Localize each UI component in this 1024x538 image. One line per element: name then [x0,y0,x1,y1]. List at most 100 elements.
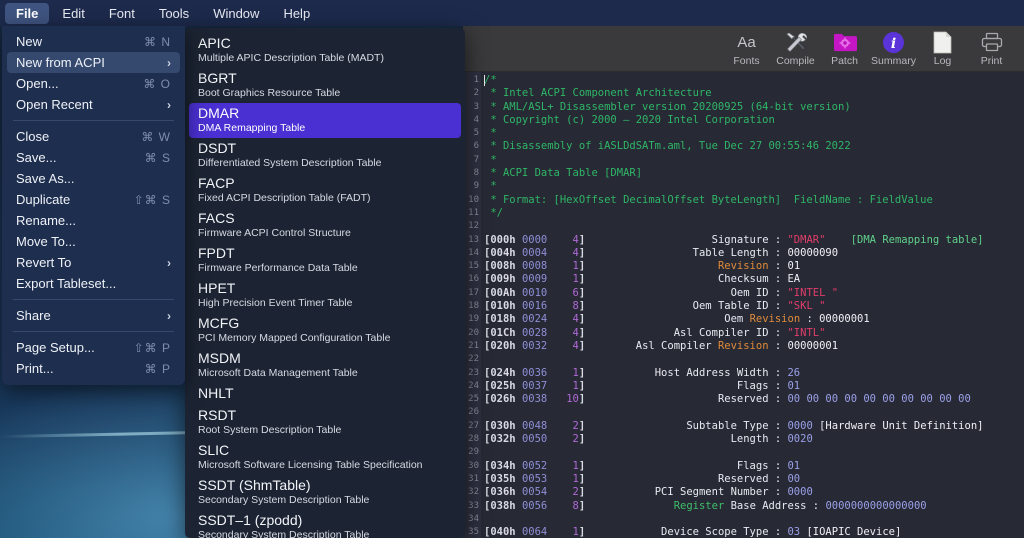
code-line[interactable]: [000h 0000 4] Signature : "DMAR" [DMA Re… [484,234,1024,247]
menu-separator [13,120,174,121]
toolbar-button-summary[interactable]: i Summary [869,30,918,67]
acpi-table-item-dmar[interactable]: DMAR DMA Remapping Table [189,103,461,138]
file-menu-item-open-recent[interactable]: Open Recent › [7,94,180,115]
file-menu-item-revert-to[interactable]: Revert To › [7,252,180,273]
code-line[interactable]: [01Ch 0028 4] Asl Compiler ID : "INTL" [484,327,1024,340]
code-line[interactable]: [00Ah 0010 6] Oem ID : "INTEL " [484,287,1024,300]
file-menu-item-export-tableset[interactable]: Export Tableset... [7,273,180,294]
acpi-table-item-ssdt-1-zpodd[interactable]: SSDT–1 (zpodd) Secondary System Descripti… [189,510,461,538]
code-line[interactable]: * Disassembly of iASLDdSATm.aml, Tue Dec… [484,140,1024,153]
code-line[interactable]: * [484,127,1024,140]
code-token: [040h [484,526,522,538]
code-line[interactable]: [018h 0024 4] Oem Revision : 00000001 [484,313,1024,326]
code-line[interactable]: [038h 0056 8] Register Base Address : 00… [484,500,1024,513]
code-line[interactable]: [010h 0016 8] Oem Table ID : "SKL " [484,300,1024,313]
code-line[interactable]: [036h 0054 2] PCI Segment Number : 0000 [484,486,1024,499]
menubar-item-help[interactable]: Help [272,3,321,24]
menubar-item-edit[interactable]: Edit [51,3,95,24]
code-line[interactable]: [040h 0064 1] Device Scope Type : 03 [IO… [484,526,1024,538]
acpi-table-item-mcfg[interactable]: MCFG PCI Memory Mapped Configuration Tabl… [189,313,461,348]
acpi-table-description: DMA Remapping Table [198,122,306,134]
code-line[interactable]: /* [484,74,1024,87]
line-number: 24 [468,380,479,391]
code-line[interactable]: [009h 0009 1] Checksum : EA [484,273,1024,286]
acpi-table-item-slic[interactable]: SLIC Microsoft Software Licensing Table S… [189,440,461,475]
code-line[interactable] [484,513,1024,526]
acpi-table-item-facs[interactable]: FACS Firmware ACPI Control Structure [189,208,461,243]
code-line[interactable]: [020h 0032 4] Asl Compiler Revision : 00… [484,340,1024,353]
file-menu-item-move-to[interactable]: Move To... [7,231,180,252]
toolbar-button-print[interactable]: Print [967,30,1016,67]
acpi-table-item-bgrt[interactable]: BGRT Boot Graphics Resource Table [189,68,461,103]
line-number: 28 [468,434,479,445]
toolbar-button-compile[interactable]: Compile [771,30,820,67]
menu-item-label: Share [16,307,51,323]
code-token: [038h [484,499,522,512]
file-menu-item-save[interactable]: Save... ⌘ S [7,147,180,168]
line-number: 25 [468,394,479,405]
line-number: 15 [468,261,479,272]
file-menu-item-rename[interactable]: Rename... [7,210,180,231]
line-number: 12 [468,221,479,232]
code-line[interactable]: * ACPI Data Table [DMAR] [484,167,1024,180]
code-line[interactable] [484,406,1024,419]
code-line[interactable]: [030h 0048 2] Subtable Type : 0000 [Hard… [484,420,1024,433]
acpi-table-item-rsdt[interactable]: RSDT Root System Description Table [189,405,461,440]
file-menu-item-new[interactable]: New ⌘ N [7,31,180,52]
code-editor[interactable]: 1 2 3 4 5 6 7 8 9 10 11 12 13 14 15 16 17 18 19 20 21 22 23 24 2… [463,72,1024,538]
toolbar-button-patch[interactable]: Patch [820,30,869,67]
file-menu-item-share[interactable]: Share › [7,305,180,326]
acpi-table-item-nhlt[interactable]: NHLT [189,383,461,405]
new-from-acpi-submenu[interactable]: APIC Multiple APIC Description Table (MAD… [185,28,465,538]
file-menu-item-page-setup[interactable]: Page Setup... ⇧⌘ P [7,337,180,358]
acpi-table-item-msdm[interactable]: MSDM Microsoft Data Management Table [189,348,461,383]
menu-item-label: Print... [16,360,54,376]
menubar-item-file[interactable]: File [5,2,50,24]
acpi-table-item-hpet[interactable]: HPET High Precision Event Timer Table [189,278,461,313]
code-line[interactable]: * Copyright (c) 2000 – 2020 Intel Corpor… [484,114,1024,127]
code-line[interactable] [484,353,1024,366]
menubar-item-font[interactable]: Font [98,3,146,24]
file-menu-item-close[interactable]: Close ⌘ W [7,126,180,147]
code-token: 0048 [521,419,548,432]
code-line[interactable]: [034h 0052 1] Flags : 01 [484,460,1024,473]
code-token: * ACPI Data Table [DMAR] [484,167,643,180]
code-line[interactable]: [035h 0053 1] Reserved : 00 [484,473,1024,486]
code-line[interactable]: * Format: [HexOffset DecimalOffset ByteL… [484,194,1024,207]
toolbar-button-fonts[interactable]: Aa Fonts [722,30,771,67]
acpi-table-item-dsdt[interactable]: DSDT Differentiated System Description Ta… [189,138,461,173]
file-menu-item-open[interactable]: Open... ⌘ O [7,73,180,94]
file-menu-item-save-as[interactable]: Save As... [7,168,180,189]
code-line[interactable]: * [484,154,1024,167]
file-menu-item-new-from-acpi[interactable]: New from ACPI › [7,52,180,73]
code-line[interactable]: [004h 0004 4] Table Length : 00000090 [484,247,1024,260]
code-line[interactable] [484,446,1024,459]
code-line[interactable]: * AML/ASL+ Disassembler version 20200925… [484,101,1024,114]
line-number: 10 [468,194,479,205]
acpi-table-item-fpdt[interactable]: FPDT Firmware Performance Data Table [189,243,461,278]
code-line[interactable]: [025h 0037 1] Flags : 01 [484,380,1024,393]
file-menu-dropdown[interactable]: New ⌘ N New from ACPI › Open... ⌘ O Open Recen… [2,26,185,385]
code-line[interactable]: [032h 0050 2] Length : 0020 [484,433,1024,446]
code-lines[interactable]: /* * Intel ACPI Component Architecture *… [481,72,1024,538]
code-line[interactable]: * Intel ACPI Component Architecture [484,87,1024,100]
code-line[interactable]: * [484,180,1024,193]
file-menu-item-duplicate[interactable]: Duplicate ⇧⌘ S [7,189,180,210]
menu-item-label: Open... [16,75,59,91]
toolbar-button-log[interactable]: Log [918,30,967,67]
acpi-table-item-facp[interactable]: FACP Fixed ACPI Description Table (FADT) [189,173,461,208]
file-menu-item-print[interactable]: Print... ⌘ P [7,358,180,379]
acpi-table-description: Multiple APIC Description Table (MADT) [198,52,384,64]
acpi-table-item-apic[interactable]: APIC Multiple APIC Description Table (MAD… [189,33,461,68]
menubar-item-tools[interactable]: Tools [148,3,200,24]
code-line[interactable]: [008h 0008 1] Revision : 01 [484,260,1024,273]
code-line[interactable]: */ [484,207,1024,220]
info-icon: i [882,30,905,54]
menubar-item-window[interactable]: Window [202,3,270,24]
code-line[interactable]: [026h 0038 10] Reserved : 00 00 00 00 00… [484,393,1024,406]
acpi-table-item-ssdt-shmtable[interactable]: SSDT (ShmTable) Secondary System Descript… [189,475,461,510]
code-line[interactable]: [024h 0036 1] Host Address Width : 26 [484,367,1024,380]
code-line[interactable] [484,220,1024,233]
